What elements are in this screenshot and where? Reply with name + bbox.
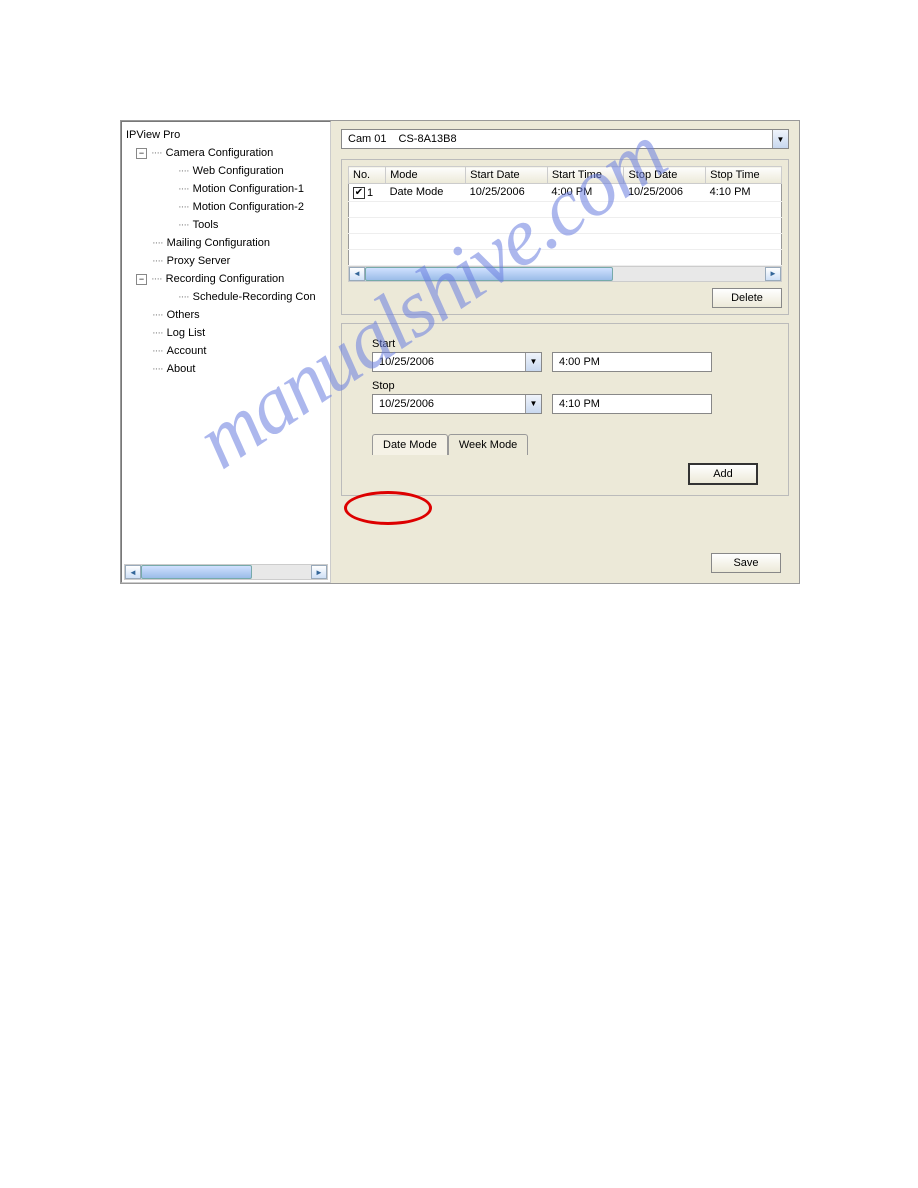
chevron-down-icon[interactable]: ▼	[525, 395, 541, 413]
tree-root[interactable]: IPView Pro	[124, 126, 328, 144]
col-start-time[interactable]: Start Time	[547, 167, 624, 184]
annotation-highlight	[344, 491, 432, 525]
tree-label: Recording Configuration	[164, 270, 287, 288]
table-row-empty	[349, 233, 782, 249]
tree-account[interactable]: ····Account	[124, 342, 328, 360]
tree-mailing[interactable]: ····Mailing Configuration	[124, 234, 328, 252]
table-row-empty	[349, 217, 782, 233]
tree-schedule[interactable]: ····Schedule-Recording Con	[124, 288, 328, 306]
table-row[interactable]: ✔1 Date Mode 10/25/2006 4:00 PM 10/25/20…	[349, 184, 782, 202]
tree-others[interactable]: ····Others	[124, 306, 328, 324]
scroll-right-icon[interactable]: ►	[311, 565, 327, 579]
expander-icon[interactable]: −	[136, 148, 147, 159]
tree-label: Schedule-Recording Con	[191, 288, 318, 306]
stop-label: Stop	[372, 380, 758, 392]
stop-time-value: 4:10 PM	[559, 398, 600, 410]
col-no[interactable]: No.	[349, 167, 386, 184]
expander-icon[interactable]: −	[136, 274, 147, 285]
tree-label: Others	[165, 306, 202, 324]
scroll-left-icon[interactable]: ◄	[125, 565, 141, 579]
tree-label: Motion Configuration-1	[191, 180, 306, 198]
checkbox-icon[interactable]: ✔	[353, 187, 365, 199]
stop-date-value: 10/25/2006	[373, 396, 525, 412]
chevron-down-icon[interactable]: ▼	[772, 130, 788, 148]
start-label: Start	[372, 338, 758, 350]
tree-web-config[interactable]: ····Web Configuration	[124, 162, 328, 180]
delete-button[interactable]: Delete	[712, 288, 782, 308]
row-stop-date: 10/25/2006	[624, 184, 706, 202]
tree-label: IPView Pro	[124, 126, 182, 144]
col-stop-time[interactable]: Stop Time	[706, 167, 782, 184]
col-start-date[interactable]: Start Date	[466, 167, 548, 184]
stop-time-input[interactable]: 4:10 PM	[552, 394, 712, 414]
tree-motion1[interactable]: ····Motion Configuration-1	[124, 180, 328, 198]
add-button[interactable]: Add	[688, 463, 758, 485]
tree-label: Account	[165, 342, 209, 360]
stop-date-picker[interactable]: 10/25/2006 ▼	[372, 394, 542, 414]
tree-label: Tools	[191, 216, 221, 234]
camera-name: CS-8A13B8	[393, 131, 463, 147]
tree-label: Camera Configuration	[164, 144, 276, 162]
tree-label: About	[165, 360, 198, 378]
tree-label: Mailing Configuration	[165, 234, 272, 252]
start-time-input[interactable]: 4:00 PM	[552, 352, 712, 372]
tree-motion2[interactable]: ····Motion Configuration-2	[124, 198, 328, 216]
tree-camera-config[interactable]: −····Camera Configuration	[124, 144, 328, 162]
chevron-down-icon[interactable]: ▼	[525, 353, 541, 371]
scroll-right-icon[interactable]: ►	[765, 267, 781, 281]
start-date-picker[interactable]: 10/25/2006 ▼	[372, 352, 542, 372]
camera-select[interactable]: Cam 01 CS-8A13B8 ▼	[341, 129, 789, 149]
row-start-time: 4:00 PM	[547, 184, 624, 202]
tree-hscrollbar[interactable]: ◄ ►	[124, 564, 328, 580]
tab-week-mode[interactable]: Week Mode	[448, 434, 529, 455]
tree-label: Web Configuration	[191, 162, 286, 180]
tree-proxy[interactable]: ····Proxy Server	[124, 252, 328, 270]
nav-tree: IPView Pro −····Camera Configuration ···…	[122, 122, 330, 382]
tree-label: Log List	[165, 324, 208, 342]
tab-date-mode[interactable]: Date Mode	[372, 434, 448, 455]
tree-about[interactable]: ····About	[124, 360, 328, 378]
schedule-edit-group: Start 10/25/2006 ▼ 4:00 PM Stop 10/25/20…	[341, 323, 789, 496]
table-hscrollbar[interactable]: ◄ ►	[348, 266, 782, 282]
tree-tools[interactable]: ····Tools	[124, 216, 328, 234]
scroll-track[interactable]	[141, 565, 311, 579]
row-stop-time: 4:10 PM	[706, 184, 782, 202]
camera-number: Cam 01	[342, 131, 393, 147]
tree-panel: IPView Pro −····Camera Configuration ···…	[121, 121, 331, 583]
tree-recording[interactable]: −····Recording Configuration	[124, 270, 328, 288]
table-row-empty	[349, 249, 782, 265]
schedule-table: No. Mode Start Date Start Time Stop Date…	[348, 166, 782, 266]
col-stop-date[interactable]: Stop Date	[624, 167, 706, 184]
scroll-left-icon[interactable]: ◄	[349, 267, 365, 281]
start-time-value: 4:00 PM	[559, 356, 600, 368]
tree-label: Motion Configuration-2	[191, 198, 306, 216]
table-row-empty	[349, 201, 782, 217]
tree-label: Proxy Server	[165, 252, 233, 270]
tree-loglist[interactable]: ····Log List	[124, 324, 328, 342]
col-mode[interactable]: Mode	[386, 167, 466, 184]
row-start-date: 10/25/2006	[466, 184, 548, 202]
main-panel: Cam 01 CS-8A13B8 ▼ No. Mode Start Date S…	[331, 121, 799, 583]
start-date-value: 10/25/2006	[373, 354, 525, 370]
save-button[interactable]: Save	[711, 553, 781, 573]
row-no: 1	[367, 187, 373, 199]
config-dialog: IPView Pro −····Camera Configuration ···…	[120, 120, 800, 584]
schedule-list-group: No. Mode Start Date Start Time Stop Date…	[341, 159, 789, 315]
row-mode: Date Mode	[386, 184, 466, 202]
scroll-track[interactable]	[365, 267, 765, 281]
